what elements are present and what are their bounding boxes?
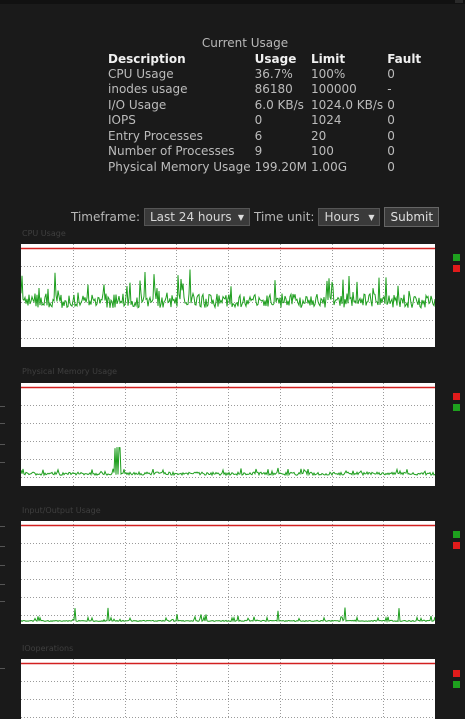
table-row: CPU Usage 36.7% 100% 0 — [106, 66, 429, 82]
usage-title: Current Usage — [201, 36, 289, 50]
cell-description: IOPS — [108, 113, 136, 128]
cell-limit: 1024.0 KB/s — [310, 97, 384, 112]
memory-chart — [21, 383, 435, 486]
chart-svg — [21, 383, 435, 486]
header-fault: Fault — [387, 51, 422, 66]
legend-swatch[interactable] — [453, 681, 460, 688]
edge-tick — [0, 423, 5, 424]
io-chart — [21, 521, 435, 624]
cell-description: Entry Processes — [108, 128, 203, 143]
legend-swatch[interactable] — [453, 531, 460, 538]
legend-swatch[interactable] — [453, 542, 460, 549]
cell-fault: 0 — [387, 97, 395, 112]
legend-swatch[interactable] — [453, 393, 460, 400]
chart-title-memory: Physical Memory Usage — [22, 367, 118, 376]
legend-swatch[interactable] — [453, 404, 460, 411]
cell-fault: 0 — [387, 66, 395, 81]
cell-usage: 86180 — [254, 82, 293, 97]
controls-bar: Timeframe: Last 24 hours ▼ Time unit: Ho… — [71, 207, 440, 227]
chart-title-iops: IOoperations — [22, 644, 74, 653]
legend-swatch[interactable] — [453, 265, 460, 272]
timeunit-label: Time unit: — [254, 210, 315, 224]
cell-limit: 1024 — [310, 113, 342, 128]
cell-limit: 1.00G — [310, 159, 348, 174]
cell-fault: 0 — [387, 159, 395, 174]
cell-limit: 100000 — [310, 82, 357, 97]
top-strip-bit — [455, 0, 463, 3]
header-description: Description — [108, 51, 186, 66]
cell-usage: 0 — [254, 113, 263, 128]
usage-table: Description Usage Limit Fault CPU Usage 3… — [106, 51, 429, 175]
cell-description: Number of Processes — [108, 144, 235, 159]
cell-usage: 6.0 KB/s — [254, 97, 304, 112]
cell-fault: 0 — [387, 113, 395, 128]
cell-description: inodes usage — [108, 82, 188, 97]
edge-tick — [0, 546, 5, 547]
table-row: Entry Processes 6 20 0 — [106, 128, 429, 144]
chart-svg — [21, 521, 435, 624]
edge-tick — [0, 406, 5, 407]
legend-swatch[interactable] — [453, 670, 460, 677]
chevron-down-icon: ▼ — [237, 212, 244, 222]
cell-usage: 9 — [254, 144, 263, 159]
cell-limit: 20 — [310, 128, 327, 143]
chart-title-io: Input/Output Usage — [22, 506, 101, 515]
chart-svg — [21, 244, 435, 347]
edge-tick — [0, 584, 5, 585]
cell-usage: 6 — [254, 128, 263, 143]
usage-header-row: Description Usage Limit Fault — [106, 51, 429, 66]
edge-tick — [0, 526, 5, 527]
edge-tick — [0, 601, 5, 602]
table-row: Number of Processes 9 100 0 — [106, 144, 429, 160]
cpu-chart — [21, 244, 435, 347]
legend-swatch[interactable] — [453, 254, 460, 261]
cell-fault: 0 — [387, 144, 395, 159]
edge-tick — [0, 565, 5, 566]
submit-button[interactable]: Submit — [384, 207, 440, 227]
timeunit-value: Hours — [324, 210, 360, 224]
timeframe-label: Timeframe: — [71, 210, 140, 224]
cell-description: Physical Memory Usage — [108, 159, 251, 174]
chart-title-cpu: CPU Usage — [22, 229, 66, 238]
cell-limit: 100 — [310, 144, 334, 159]
cell-fault: - — [387, 82, 392, 97]
cell-usage: 36.7% — [254, 66, 293, 81]
chart-svg — [21, 659, 435, 719]
cell-description: CPU Usage — [108, 66, 174, 81]
table-row: Physical Memory Usage 199.20M 1.00G 0 — [106, 159, 429, 175]
table-row: IOPS 0 1024 0 — [106, 113, 429, 129]
cell-description: I/O Usage — [108, 97, 167, 112]
cell-fault: 0 — [387, 128, 395, 143]
cell-limit: 100% — [310, 66, 346, 81]
table-row: inodes usage 86180 100000 - — [106, 82, 429, 98]
iops-chart — [21, 659, 435, 719]
edge-tick — [0, 462, 5, 463]
top-strip — [0, 0, 465, 4]
timeframe-value: Last 24 hours — [150, 210, 232, 224]
cell-usage: 199.20M — [254, 159, 307, 174]
header-limit: Limit — [310, 51, 346, 66]
timeunit-select[interactable]: Hours ▼ — [318, 208, 381, 226]
header-usage: Usage — [254, 51, 297, 66]
edge-tick — [0, 444, 5, 445]
table-row: I/O Usage 6.0 KB/s 1024.0 KB/s 0 — [106, 97, 429, 113]
edge-tick — [0, 668, 5, 669]
timeframe-select[interactable]: Last 24 hours ▼ — [144, 208, 250, 226]
chevron-down-icon: ▼ — [368, 212, 375, 222]
